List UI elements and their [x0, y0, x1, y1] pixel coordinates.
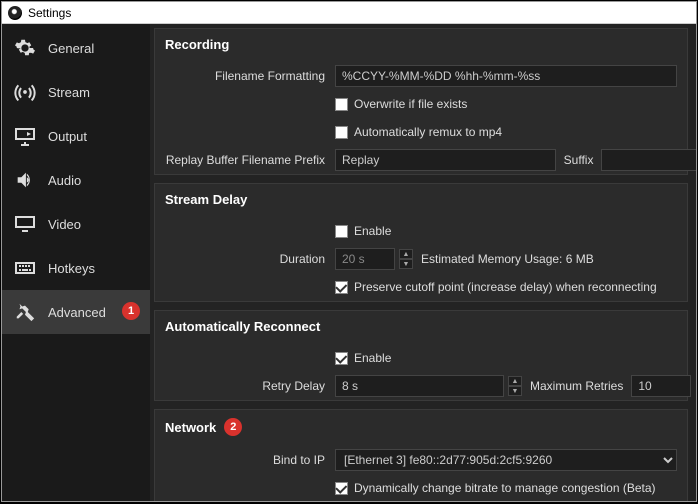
label-suffix: Suffix	[564, 153, 594, 167]
checkbox-label: Overwrite if file exists	[354, 97, 467, 111]
duration-spinner[interactable]: ▲▼	[399, 249, 413, 269]
titlebar: Settings	[2, 2, 696, 24]
sidebar-item-hotkeys[interactable]: Hotkeys	[2, 246, 150, 290]
sidebar-item-audio[interactable]: Audio	[2, 158, 150, 202]
group-title: Stream Delay	[155, 184, 687, 217]
group-title: Automatically Reconnect	[155, 311, 687, 344]
preserve-cutoff-checkbox[interactable]: Preserve cutoff point (increase delay) w…	[335, 280, 657, 294]
replay-prefix-input[interactable]	[335, 149, 556, 171]
gear-icon	[12, 35, 38, 61]
retry-delay-spinner[interactable]: ▲▼	[508, 376, 522, 396]
antenna-icon	[12, 79, 38, 105]
checkbox-icon	[335, 98, 348, 111]
spin-down-icon[interactable]: ▼	[399, 259, 413, 269]
group-auto-reconnect: Automatically Reconnect Enable Retry Del…	[154, 310, 688, 401]
checkbox-label: Enable	[354, 224, 391, 238]
sidebar-item-advanced[interactable]: Advanced 1	[2, 290, 150, 334]
duration-input[interactable]	[335, 248, 395, 270]
label-retry-delay: Retry Delay	[155, 379, 335, 393]
sidebar-item-stream[interactable]: Stream	[2, 70, 150, 114]
group-title: Recording	[155, 29, 687, 62]
sidebar-item-label: Advanced	[48, 305, 106, 320]
spin-up-icon[interactable]: ▲	[399, 249, 413, 259]
keyboard-icon	[12, 255, 38, 281]
sidebar-item-label: Video	[48, 217, 81, 232]
dynamic-bitrate-checkbox[interactable]: Dynamically change bitrate to manage con…	[335, 481, 656, 495]
overwrite-checkbox[interactable]: Overwrite if file exists	[335, 97, 467, 111]
sidebar-item-video[interactable]: Video	[2, 202, 150, 246]
monitor-icon	[12, 211, 38, 237]
sidebar-item-label: General	[48, 41, 94, 56]
label-filename-formatting: Filename Formatting	[155, 69, 335, 83]
checkbox-label: Enable	[354, 351, 391, 365]
group-title: Network 2	[155, 410, 687, 446]
retry-delay-input[interactable]	[335, 375, 504, 397]
group-title-text: Network	[165, 420, 216, 435]
label-bind-ip: Bind to IP	[155, 453, 335, 467]
sidebar-item-general[interactable]: General	[2, 26, 150, 70]
main-content: Recording Filename Formatting Overwrite …	[150, 24, 696, 501]
label-max-retries: Maximum Retries	[530, 379, 623, 393]
label-memory-usage: Estimated Memory Usage: 6 MB	[421, 252, 594, 266]
replay-suffix-input[interactable]	[601, 149, 696, 171]
sidebar: General Stream Output Audio Video Hotkey…	[2, 24, 150, 501]
bind-ip-select[interactable]: [Ethernet 3] fe80::2d77:905d:2cf5:9260	[335, 449, 677, 471]
group-stream-delay: Stream Delay Enable Duration ▲▼ Estima	[154, 183, 688, 302]
sidebar-item-label: Stream	[48, 85, 90, 100]
checkbox-icon	[335, 352, 348, 365]
group-network: Network 2 Bind to IP [Ethernet 3] fe80::…	[154, 409, 688, 501]
checkbox-label: Preserve cutoff point (increase delay) w…	[354, 280, 657, 294]
max-retries-input[interactable]	[631, 375, 691, 397]
sidebar-item-label: Hotkeys	[48, 261, 95, 276]
monitor-arrow-icon	[12, 123, 38, 149]
stream-delay-enable-checkbox[interactable]: Enable	[335, 224, 391, 238]
spin-down-icon[interactable]: ▼	[508, 386, 522, 396]
filename-formatting-input[interactable]	[335, 65, 677, 87]
checkbox-icon	[335, 225, 348, 238]
window-title: Settings	[28, 6, 71, 20]
checkbox-label: Automatically remux to mp4	[354, 125, 502, 139]
group-recording: Recording Filename Formatting Overwrite …	[154, 28, 688, 175]
spin-up-icon[interactable]: ▲	[508, 376, 522, 386]
label-replay-prefix: Replay Buffer Filename Prefix	[155, 153, 335, 167]
speaker-icon	[12, 167, 38, 193]
checkbox-icon	[335, 281, 348, 294]
annotation-badge-2: 2	[224, 418, 242, 436]
label-duration: Duration	[155, 252, 335, 266]
tools-icon	[12, 299, 38, 325]
reconnect-enable-checkbox[interactable]: Enable	[335, 351, 391, 365]
checkbox-icon	[335, 482, 348, 495]
sidebar-item-label: Audio	[48, 173, 81, 188]
checkbox-label: Dynamically change bitrate to manage con…	[354, 481, 656, 495]
obs-logo-icon	[8, 6, 22, 20]
sidebar-item-label: Output	[48, 129, 87, 144]
remux-checkbox[interactable]: Automatically remux to mp4	[335, 125, 502, 139]
checkbox-icon	[335, 126, 348, 139]
annotation-badge-1: 1	[122, 302, 140, 320]
sidebar-item-output[interactable]: Output	[2, 114, 150, 158]
